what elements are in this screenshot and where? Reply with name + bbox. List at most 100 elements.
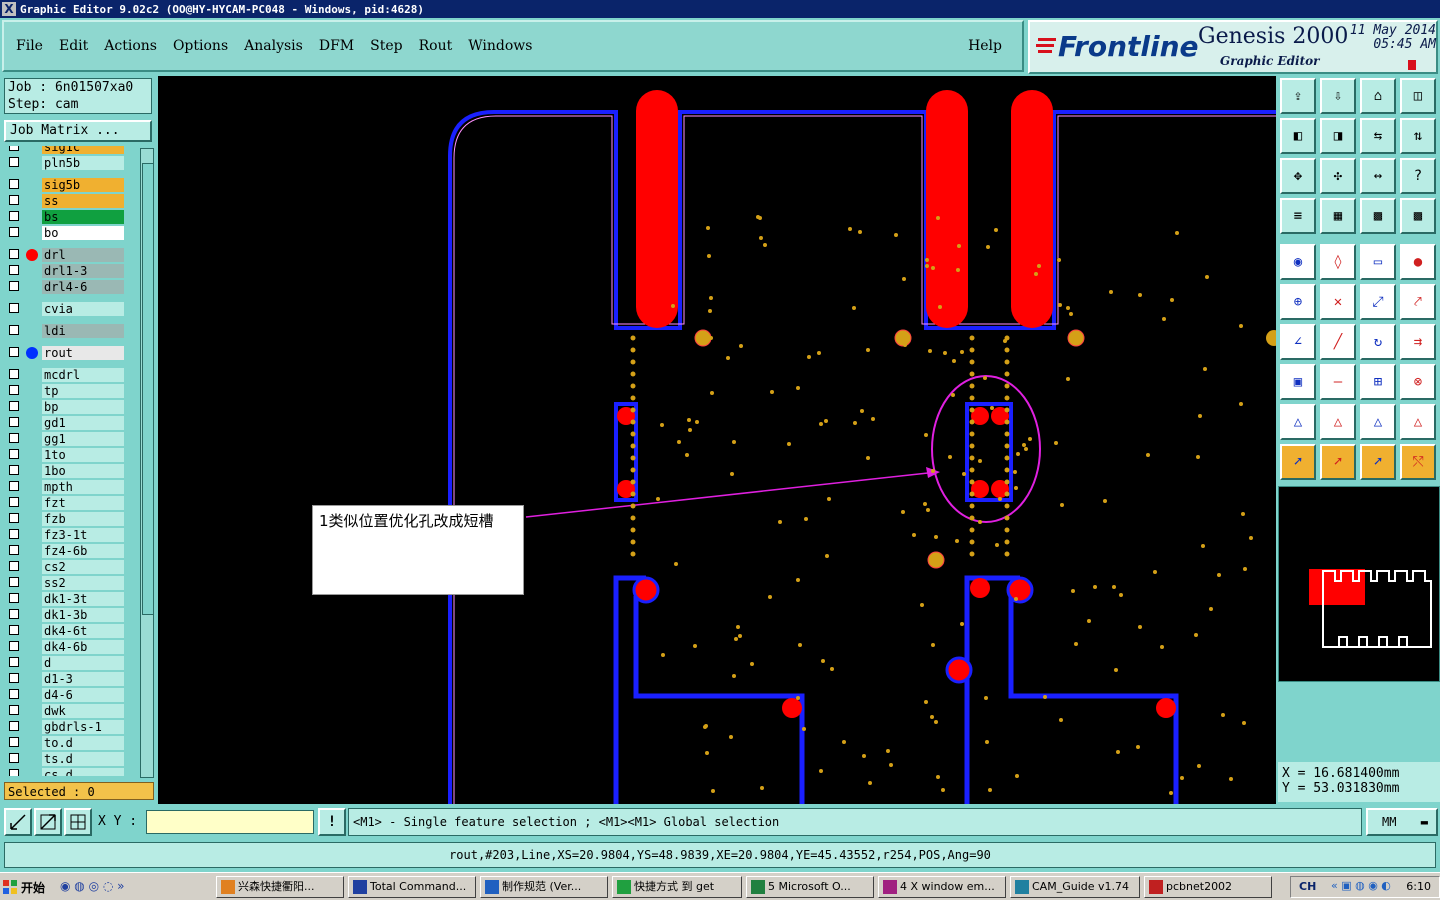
layer-row-dwk[interactable]: dwk bbox=[6, 704, 140, 718]
menu-windows[interactable]: Windows bbox=[460, 38, 540, 54]
layer-row-fz3-1t[interactable]: fz3-1t bbox=[6, 528, 140, 542]
layer-checkbox[interactable] bbox=[9, 673, 19, 683]
pcb-drawing[interactable] bbox=[158, 76, 1276, 804]
tool-tri4-button[interactable]: △ bbox=[1400, 404, 1436, 440]
tool-text-button[interactable]: ⇉ bbox=[1400, 324, 1436, 360]
layer-row-drl[interactable]: drl bbox=[6, 248, 140, 262]
layer-checkbox[interactable] bbox=[9, 401, 19, 411]
language-indicator[interactable]: CH bbox=[1299, 880, 1316, 893]
tool-box-button[interactable]: ⊞ bbox=[1360, 364, 1396, 400]
layer-row-drl1-3[interactable]: drl1-3 bbox=[6, 264, 140, 278]
menu-analysis[interactable]: Analysis bbox=[236, 38, 311, 54]
tool-move-button[interactable]: ⤢ bbox=[1360, 284, 1396, 320]
layer-name[interactable]: cvia bbox=[42, 302, 124, 316]
layer-row-cs2[interactable]: cs2 bbox=[6, 560, 140, 574]
layer-checkbox[interactable] bbox=[9, 325, 19, 335]
layer-row-mcdrl[interactable]: mcdrl bbox=[6, 368, 140, 382]
tray-icons[interactable]: « ▣ ◍ ◉ ◐ bbox=[1331, 879, 1391, 892]
menu-options[interactable]: Options bbox=[165, 38, 236, 54]
layer-row-fzt[interactable]: fzt bbox=[6, 496, 140, 510]
layer-row-bo[interactable]: bo bbox=[6, 226, 140, 240]
layer-checkbox[interactable] bbox=[9, 609, 19, 619]
layer-row-fz4-6b[interactable]: fz4-6b bbox=[6, 544, 140, 558]
layer-checkbox[interactable] bbox=[9, 545, 19, 555]
layer-checkbox[interactable] bbox=[9, 753, 19, 763]
taskbar-task-6[interactable]: CAM_Guide v1.74 bbox=[1010, 876, 1140, 898]
taskbar-task-0[interactable]: 兴森快捷衢阳... bbox=[216, 876, 344, 898]
taskbar-task-2[interactable]: 制作规范 (Ver... bbox=[480, 876, 608, 898]
layer-checkbox[interactable] bbox=[9, 737, 19, 747]
layer-row-ts.d[interactable]: ts.d bbox=[6, 752, 140, 766]
layer-checkbox[interactable] bbox=[9, 303, 19, 313]
layer-row-ldi[interactable]: ldi bbox=[6, 324, 140, 338]
layer-checkbox[interactable] bbox=[9, 625, 19, 635]
tool-dash-button[interactable]: — bbox=[1320, 364, 1356, 400]
tool-select-button[interactable]: ▣ bbox=[1280, 364, 1316, 400]
taskbar-task-5[interactable]: 4 X window em... bbox=[878, 876, 1006, 898]
layer-name[interactable]: dk1-3t bbox=[42, 592, 124, 606]
layer-row-d1-3[interactable]: d1-3 bbox=[6, 672, 140, 686]
tool-center-button[interactable]: ✣ bbox=[1320, 158, 1356, 194]
tool-snap2-button[interactable]: ▩ bbox=[1400, 198, 1436, 234]
menu-rout[interactable]: Rout bbox=[411, 38, 461, 54]
layer-row-dk4-6t[interactable]: dk4-6t bbox=[6, 624, 140, 638]
tool-window-button[interactable]: ◫ bbox=[1400, 78, 1436, 114]
tool-home-button[interactable]: ⌂ bbox=[1360, 78, 1396, 114]
tool-open-button[interactable]: ⇪ bbox=[1280, 78, 1316, 114]
alert-button[interactable]: ! bbox=[318, 808, 346, 836]
layer-checkbox[interactable] bbox=[9, 769, 19, 776]
tool-rotate-button[interactable]: ↻ bbox=[1360, 324, 1396, 360]
layer-name[interactable]: 1bo bbox=[42, 464, 124, 478]
layer-checkbox[interactable] bbox=[9, 385, 19, 395]
layer-checkbox[interactable] bbox=[9, 265, 19, 275]
tool-line-button[interactable]: ╱ bbox=[1320, 324, 1356, 360]
layer-row-cs.d[interactable]: cs.d bbox=[6, 768, 140, 776]
taskbar-task-3[interactable]: 快捷方式 到 get bbox=[612, 876, 742, 898]
quicklaunch-icons[interactable]: ◉ ◍ ◎ ◌ » bbox=[60, 879, 124, 893]
layer-checkbox[interactable] bbox=[9, 449, 19, 459]
layer-checkbox[interactable] bbox=[9, 513, 19, 523]
layer-row-d[interactable]: d bbox=[6, 656, 140, 670]
layer-checkbox[interactable] bbox=[9, 179, 19, 189]
tool-pointer3-button[interactable]: ➚ bbox=[1360, 444, 1396, 480]
layer-name[interactable]: cs2 bbox=[42, 560, 124, 574]
layer-checkbox[interactable] bbox=[9, 249, 19, 259]
layer-checkbox[interactable] bbox=[9, 481, 19, 491]
layer-checkbox[interactable] bbox=[9, 577, 19, 587]
layer-checkbox[interactable] bbox=[9, 689, 19, 699]
layer-row-dk1-3t[interactable]: dk1-3t bbox=[6, 592, 140, 606]
tool-dot-button[interactable]: ● bbox=[1400, 244, 1436, 280]
tool-next-button[interactable]: ◨ bbox=[1320, 118, 1356, 154]
tool-save-button[interactable]: ⇩ bbox=[1320, 78, 1356, 114]
layer-name[interactable]: dk4-6t bbox=[42, 624, 124, 638]
layer-checkbox[interactable] bbox=[9, 705, 19, 715]
layer-name[interactable]: pln5b bbox=[42, 156, 124, 170]
layer-name[interactable]: sig5b bbox=[42, 178, 124, 192]
layer-name[interactable]: 1to bbox=[42, 448, 124, 462]
tool-merge-button[interactable]: ⊗ bbox=[1400, 364, 1436, 400]
xy-input[interactable] bbox=[146, 810, 314, 834]
layer-row-gg1[interactable]: gg1 bbox=[6, 432, 140, 446]
layer-checkbox[interactable] bbox=[9, 281, 19, 291]
tool-flip-button[interactable]: ⇅ bbox=[1400, 118, 1436, 154]
layer-checkbox[interactable] bbox=[9, 641, 19, 651]
taskbar-task-1[interactable]: Total Command... bbox=[348, 876, 476, 898]
tool-route-button[interactable]: ⤲ bbox=[1400, 444, 1436, 480]
layer-name[interactable]: d bbox=[42, 656, 124, 670]
layer-checkbox[interactable] bbox=[9, 433, 19, 443]
layer-row-1bo[interactable]: 1bo bbox=[6, 464, 140, 478]
layer-name[interactable]: dwk bbox=[42, 704, 124, 718]
layer-name[interactable]: sig1c bbox=[42, 146, 124, 154]
graphic-canvas[interactable]: 1类似位置优化孔改成短槽 bbox=[158, 76, 1276, 804]
layer-name[interactable]: ss2 bbox=[42, 576, 124, 590]
layer-row-gbdrls-1[interactable]: gbdrls-1 bbox=[6, 720, 140, 734]
tool-pad-button[interactable]: ◉ bbox=[1280, 244, 1316, 280]
layer-name[interactable]: ss bbox=[42, 194, 124, 208]
tool-move2-button[interactable]: ⤤ bbox=[1400, 284, 1436, 320]
menu-step[interactable]: Step bbox=[362, 38, 410, 54]
layer-name[interactable]: bs bbox=[42, 210, 124, 224]
layer-row-bp[interactable]: bp bbox=[6, 400, 140, 414]
layer-checkbox[interactable] bbox=[9, 561, 19, 571]
tool-net-button[interactable]: ⊕ bbox=[1280, 284, 1316, 320]
layer-name[interactable]: rout bbox=[42, 346, 124, 360]
